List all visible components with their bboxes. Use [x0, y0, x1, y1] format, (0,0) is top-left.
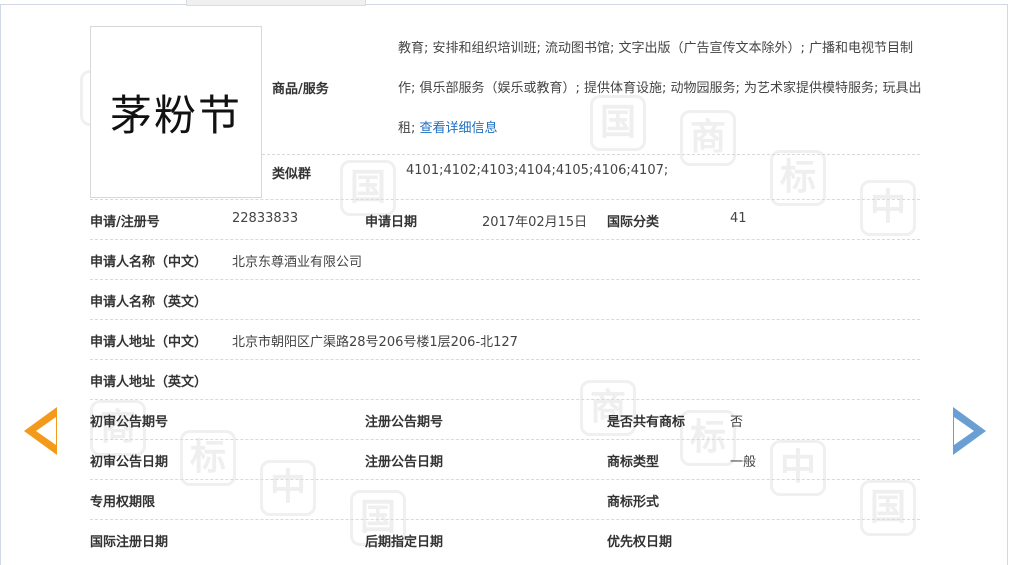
row-divider: [90, 279, 920, 280]
similar-groups-value: 4101;4102;4103;4104;4105;4106;4107;: [406, 163, 669, 178]
row-divider: [90, 519, 920, 520]
top-tab[interactable]: [186, 0, 366, 6]
row-divider: [90, 399, 920, 400]
similar-groups-label: 类似群: [272, 167, 312, 182]
app-date-value: 2017年02月15日: [482, 215, 588, 230]
row-divider: [90, 319, 920, 320]
goods-label: 商品/服务: [272, 82, 329, 97]
applicant-addr-cn-value: 北京市朝阳区广渠路28号206号楼1层206-北127: [232, 335, 518, 350]
trademark-form-label: 商标形式: [607, 495, 660, 510]
row-divider: [90, 199, 920, 200]
applicant-name-cn-value: 北京东尊酒业有限公司: [232, 255, 363, 270]
app-date-label: 申请日期: [365, 215, 418, 230]
trademark-text: 茅粉节: [109, 90, 242, 140]
priority-date-label: 优先权日期: [607, 535, 673, 550]
intl-class-label: 国际分类: [607, 215, 660, 230]
intl-reg-date-label: 国际注册日期: [90, 535, 169, 550]
applicant-name-cn-label: 申请人名称（中文）: [90, 255, 208, 270]
applicant-addr-en-label: 申请人地址（英文）: [90, 375, 208, 390]
trademark-type-label: 商标类型: [607, 455, 660, 470]
reg-no-value: 22833833: [232, 211, 299, 226]
prelim-announce-no-label: 初审公告期号: [90, 415, 169, 430]
view-details-link[interactable]: 查看详细信息: [420, 121, 498, 136]
row-divider: [262, 154, 920, 155]
applicant-addr-cn-label: 申请人地址（中文）: [90, 335, 208, 350]
later-designation-date-label: 后期指定日期: [365, 535, 444, 550]
trademark-image: 茅粉节: [90, 26, 262, 198]
applicant-name-en-label: 申请人名称（英文）: [90, 295, 208, 310]
goods-services-text: 教育; 安排和组织培训班; 流动图书馆; 文字出版（广告宣传文本除外）; 广播和…: [398, 29, 923, 149]
shared-trademark-value: 否: [730, 415, 744, 430]
trademark-type-value: 一般: [730, 455, 757, 470]
prev-arrow-icon[interactable]: [24, 407, 57, 455]
next-arrow-icon[interactable]: [953, 407, 986, 455]
exclusive-period-label: 专用权期限: [90, 495, 156, 510]
intl-class-value: 41: [730, 211, 747, 226]
reg-announce-no-label: 注册公告期号: [365, 415, 444, 430]
row-divider: [90, 439, 920, 440]
reg-no-label: 申请/注册号: [90, 215, 160, 230]
row-divider: [90, 479, 920, 480]
prelim-announce-date-label: 初审公告日期: [90, 455, 169, 470]
row-divider: [90, 239, 920, 240]
row-divider: [90, 359, 920, 360]
shared-trademark-label: 是否共有商标: [607, 415, 686, 430]
reg-announce-date-label: 注册公告日期: [365, 455, 444, 470]
